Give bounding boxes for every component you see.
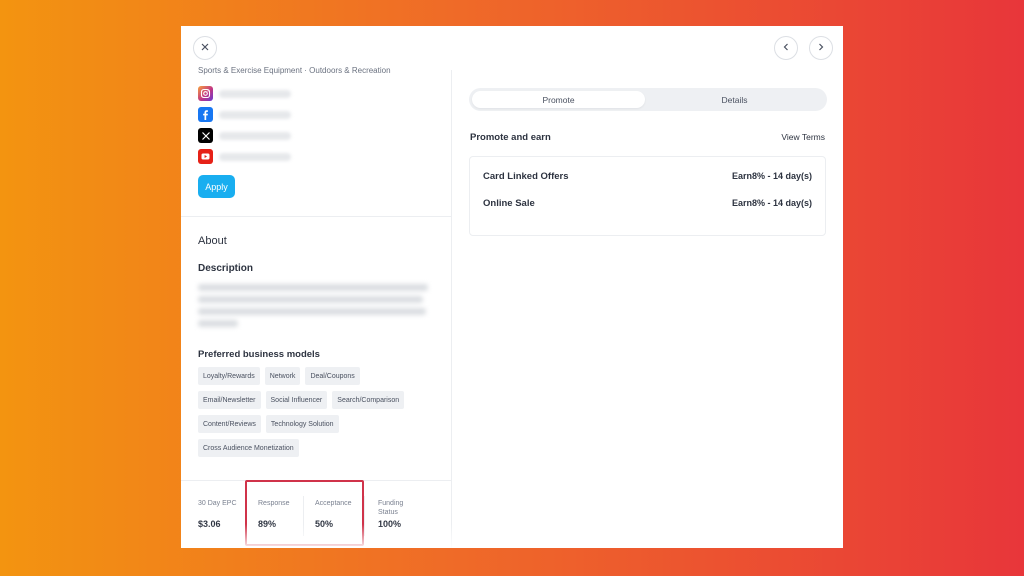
view-terms-link[interactable]: View Terms — [781, 132, 825, 142]
description-redacted-line — [198, 284, 428, 291]
tab-details[interactable]: Details — [645, 91, 824, 108]
facebook-icon — [198, 107, 213, 122]
facebook-handle-redacted — [219, 111, 291, 119]
chevron-left-icon — [781, 42, 791, 54]
stat-funding-status: Funding Status 100% — [378, 499, 418, 529]
stat-label: Funding Status — [378, 500, 404, 516]
description-redacted-line — [198, 308, 426, 315]
social-x[interactable] — [198, 128, 438, 144]
youtube-icon — [198, 149, 213, 164]
x-icon — [198, 128, 213, 143]
close-icon — [200, 42, 210, 54]
next-button[interactable] — [809, 36, 833, 60]
instagram-handle-redacted — [219, 90, 291, 98]
tag-email-newsletter: Email/Newsletter — [198, 391, 261, 409]
brand-info-panel: Sports & Exercise Equipment · Outdoors &… — [181, 66, 452, 548]
stat-epc: 30 Day EPC $3.06 — [198, 499, 238, 529]
tag-content-reviews: Content/Reviews — [198, 415, 261, 433]
chevron-right-icon — [816, 42, 826, 54]
tab-promote[interactable]: Promote — [472, 91, 645, 108]
promote-panel: Promote Details Promote and earn View Te… — [453, 70, 843, 548]
tag-cross-audience-monetization: Cross Audience Monetization — [198, 439, 299, 457]
tag-deal-coupons: Deal/Coupons — [305, 367, 360, 385]
description-redacted-line — [198, 296, 423, 303]
offer-name: Online Sale — [483, 198, 535, 209]
offer-row: Card Linked Offers Earn8% - 14 day(s) — [483, 171, 812, 185]
x-handle-redacted — [219, 132, 291, 140]
previous-button[interactable] — [774, 36, 798, 60]
business-models-heading: Preferred business models — [198, 349, 320, 360]
tag-social-influencer: Social Influencer — [265, 391, 328, 409]
tag-network: Network — [264, 367, 301, 385]
description-redacted-line — [198, 320, 238, 327]
instagram-icon — [198, 86, 213, 101]
tag-search-comparison: Search/Comparison — [332, 391, 405, 409]
brand-detail-modal: Sports & Exercise Equipment · Outdoors &… — [181, 26, 843, 548]
business-models-tags: Loyalty/Rewards Network Deal/Coupons Ema… — [198, 367, 443, 463]
tab-bar: Promote Details — [469, 88, 827, 111]
section-divider — [181, 216, 452, 217]
stat-label: 30 Day EPC — [198, 500, 237, 507]
social-instagram[interactable] — [198, 86, 438, 102]
youtube-handle-redacted — [219, 153, 291, 161]
offer-earn: Earn8% - 14 day(s) — [731, 171, 812, 181]
social-youtube[interactable] — [198, 149, 438, 165]
about-heading: About — [198, 235, 227, 247]
offer-row: Online Sale Earn8% - 14 day(s) — [483, 198, 812, 212]
social-facebook[interactable] — [198, 107, 438, 123]
offers-card: Card Linked Offers Earn8% - 14 day(s) On… — [469, 156, 826, 236]
tag-technology-solution: Technology Solution — [265, 415, 339, 433]
offer-earn: Earn8% - 14 day(s) — [731, 198, 812, 208]
promote-heading: Promote and earn — [470, 132, 551, 143]
description-heading: Description — [198, 263, 254, 274]
category-text: Sports & Exercise Equipment · Outdoors &… — [198, 66, 391, 75]
apply-button[interactable]: Apply — [198, 175, 235, 198]
offer-name: Card Linked Offers — [483, 171, 569, 182]
tag-loyalty-rewards: Loyalty/Rewards — [198, 367, 260, 385]
modal-topbar — [181, 26, 843, 70]
bottom-fade — [181, 524, 843, 548]
close-button[interactable] — [193, 36, 217, 60]
